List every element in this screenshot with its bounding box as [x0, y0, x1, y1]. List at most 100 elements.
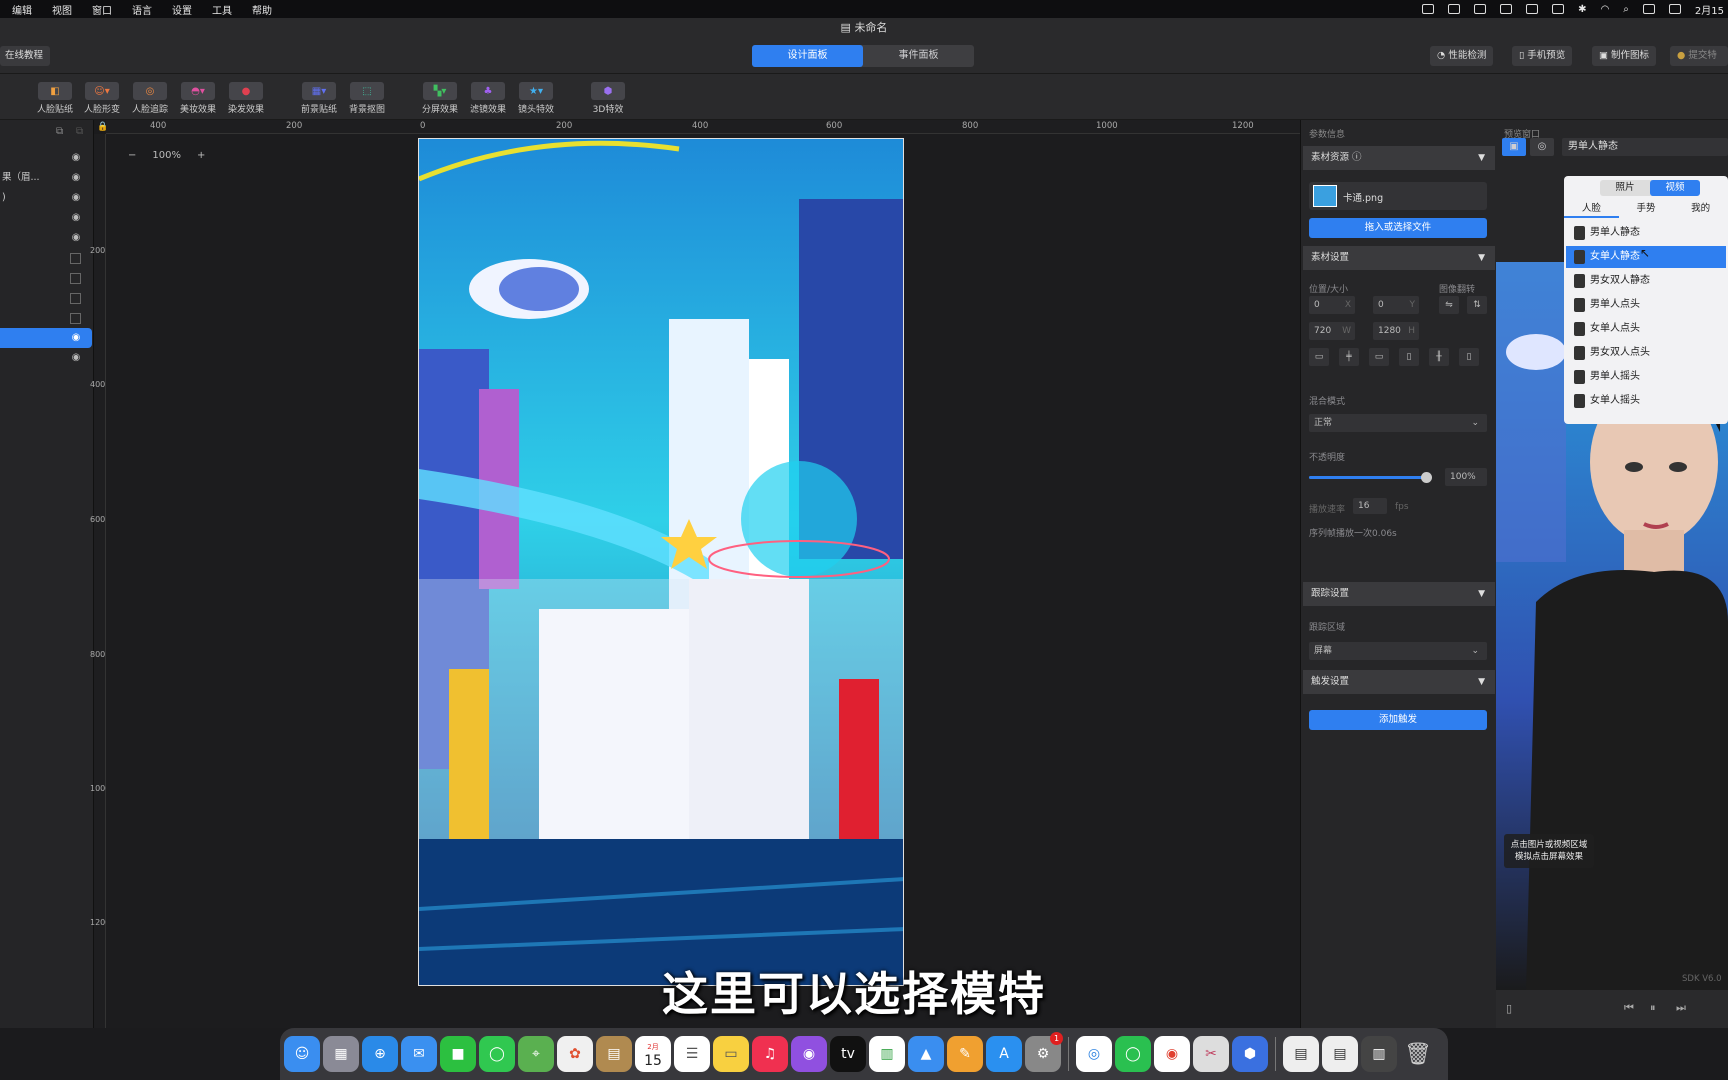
- zoom-out-button[interactable]: −: [128, 150, 136, 161]
- opacity-slider-thumb[interactable]: [1421, 472, 1432, 483]
- performance-button[interactable]: ◔ 性能检测: [1430, 46, 1494, 66]
- effects-creator-icon[interactable]: ⬢: [1232, 1036, 1268, 1072]
- layer-row-selected[interactable]: ◉: [0, 328, 92, 348]
- portrait-mode-icon[interactable]: ▣: [1502, 138, 1526, 156]
- layer-row[interactable]: [0, 308, 92, 328]
- align-right-icon[interactable]: ▭: [1369, 348, 1389, 366]
- clock[interactable]: 2月15: [1695, 2, 1724, 17]
- wifi-icon[interactable]: ◠: [1601, 4, 1610, 15]
- section-material-source[interactable]: 素材资源 ⓘ ▼: [1303, 146, 1495, 170]
- tool-lens-effect[interactable]: ★▾ 镜头特效: [512, 82, 560, 115]
- layer-row[interactable]: [0, 268, 92, 288]
- tab-design-panel[interactable]: 设计面板: [752, 45, 863, 67]
- menu-view[interactable]: 视图: [52, 2, 72, 17]
- artboard-cartoon-city[interactable]: [418, 138, 904, 986]
- zoom-in-button[interactable]: +: [197, 150, 205, 161]
- opacity-input[interactable]: 100%: [1445, 468, 1487, 486]
- submit-button[interactable]: ● 提交特: [1670, 46, 1728, 66]
- layer-row[interactable]: ◉: [0, 148, 92, 168]
- model-option-hovered[interactable]: 女单人静态 ↖: [1566, 246, 1726, 268]
- wechat-icon[interactable]: ◯: [1115, 1036, 1151, 1072]
- align-vcenter-icon[interactable]: ╫: [1429, 348, 1449, 366]
- sync-icon[interactable]: [1500, 4, 1513, 14]
- tab-gesture[interactable]: 手势: [1619, 200, 1674, 218]
- tool-face-morph[interactable]: ☺▾ 人脸形变: [78, 82, 126, 115]
- tool-bg-matting[interactable]: ⬚ 背景抠图: [343, 82, 391, 115]
- layer-row[interactable]: 果（眉... ◉: [0, 168, 92, 188]
- model-select[interactable]: 男单人静态: [1562, 138, 1728, 156]
- layer-row[interactable]: ) ◉: [0, 188, 92, 208]
- collapse-icon[interactable]: ▼: [1478, 146, 1485, 170]
- prev-frame-icon[interactable]: ⏮: [1624, 1001, 1634, 1015]
- calendar-icon[interactable]: 2月 15: [635, 1036, 671, 1072]
- menu-settings[interactable]: 设置: [172, 2, 192, 17]
- video-editor-icon[interactable]: ✂: [1193, 1036, 1229, 1072]
- apple-tv-icon[interactable]: tv: [830, 1036, 866, 1072]
- layer-row[interactable]: [0, 248, 92, 268]
- downloads-icon[interactable]: ▥: [1361, 1036, 1397, 1072]
- reminders-icon[interactable]: ☰: [674, 1036, 710, 1072]
- eye-icon[interactable]: ◉: [70, 332, 82, 344]
- layer-row[interactable]: [0, 288, 92, 308]
- model-option[interactable]: 女单人点头: [1566, 318, 1726, 340]
- height-field[interactable]: 1280 H: [1373, 322, 1419, 340]
- fps-input[interactable]: 16: [1353, 498, 1387, 514]
- photos-icon[interactable]: ✿: [557, 1036, 593, 1072]
- phone-frame-icon[interactable]: ▯: [1506, 1002, 1512, 1015]
- menu-window[interactable]: 窗口: [92, 2, 112, 17]
- make-icon-button[interactable]: ▣ 制作图标: [1592, 46, 1657, 66]
- siri-icon[interactable]: [1668, 4, 1681, 14]
- visibility-checkbox[interactable]: [70, 253, 81, 264]
- tool-makeup[interactable]: ◓▾ 美妆效果: [174, 82, 222, 115]
- messenger-icon[interactable]: ◎: [1076, 1036, 1112, 1072]
- system-settings-icon[interactable]: ⚙ 1: [1025, 1032, 1063, 1072]
- track-area-select[interactable]: 屏幕 ⌄: [1309, 642, 1487, 660]
- align-left-icon[interactable]: ▭: [1309, 348, 1329, 366]
- align-top-icon[interactable]: ▯: [1399, 348, 1419, 366]
- finder-icon[interactable]: ☺: [284, 1036, 320, 1072]
- blend-mode-select[interactable]: 正常 ⌄: [1309, 414, 1487, 432]
- flip-vertical-icon[interactable]: ⇅: [1467, 296, 1487, 314]
- tab-face[interactable]: 人脸: [1564, 200, 1619, 218]
- tool-foreground-sticker[interactable]: ▦▾ 前景贴纸: [295, 82, 343, 115]
- drag-select-file-button[interactable]: 拖入或选择文件: [1309, 218, 1487, 238]
- align-hcenter-icon[interactable]: ╪: [1339, 348, 1359, 366]
- align-bottom-icon[interactable]: ▯: [1459, 348, 1479, 366]
- tab-video[interactable]: 视频: [1650, 180, 1700, 196]
- tab-mine[interactable]: 我的: [1673, 200, 1728, 218]
- menu-tools[interactable]: 工具: [212, 2, 232, 17]
- y-field[interactable]: 0Y: [1373, 296, 1419, 314]
- app-store-icon[interactable]: A: [986, 1036, 1022, 1072]
- maps-icon[interactable]: ⌖: [518, 1036, 554, 1072]
- eye-icon[interactable]: ◉: [70, 192, 82, 204]
- tool-filter[interactable]: ♣ 滤镜效果: [464, 82, 512, 115]
- model-option[interactable]: 男女双人点头: [1566, 342, 1726, 364]
- model-option[interactable]: 男单人点头: [1566, 294, 1726, 316]
- tool-face-track[interactable]: ◎ 人脸追踪: [126, 82, 174, 115]
- trash-icon[interactable]: 🗑: [1400, 1036, 1436, 1072]
- flip-horizontal-icon[interactable]: ⇋: [1439, 296, 1459, 314]
- model-option[interactable]: 男单人摇头: [1566, 366, 1726, 388]
- add-trigger-button[interactable]: 添加触发: [1309, 710, 1487, 730]
- visibility-checkbox[interactable]: [70, 313, 81, 324]
- delete-layer-icon[interactable]: ⧉: [76, 126, 83, 137]
- grid-icon[interactable]: [1552, 4, 1565, 14]
- tool-face-sticker[interactable]: ◧ 人脸贴纸: [31, 82, 79, 115]
- layer-row[interactable]: ◉: [0, 228, 92, 248]
- control-center-icon[interactable]: [1642, 4, 1655, 14]
- width-field[interactable]: 720 W: [1309, 322, 1355, 340]
- tool-split-screen[interactable]: ▚▾ 分屏效果: [416, 82, 464, 115]
- bluetooth-icon[interactable]: ✱: [1578, 4, 1586, 15]
- section-material-settings[interactable]: 素材设置 ▼: [1303, 246, 1495, 270]
- section-track-settings[interactable]: 跟踪设置 ▼: [1303, 582, 1495, 606]
- numbers-icon[interactable]: ▥: [869, 1036, 905, 1072]
- collapse-icon[interactable]: ▼: [1478, 670, 1485, 694]
- menu-language[interactable]: 语言: [132, 2, 152, 17]
- layer-row[interactable]: ◉: [0, 348, 92, 368]
- info-icon[interactable]: ⓘ: [1352, 152, 1362, 163]
- menu-edit[interactable]: 编辑: [12, 2, 32, 17]
- lock-icon[interactable]: 🔒: [97, 122, 108, 132]
- tab-photo[interactable]: 照片: [1600, 180, 1650, 196]
- search-icon[interactable]: ⌕: [1623, 4, 1629, 15]
- model-option[interactable]: 男单人静态: [1566, 222, 1726, 244]
